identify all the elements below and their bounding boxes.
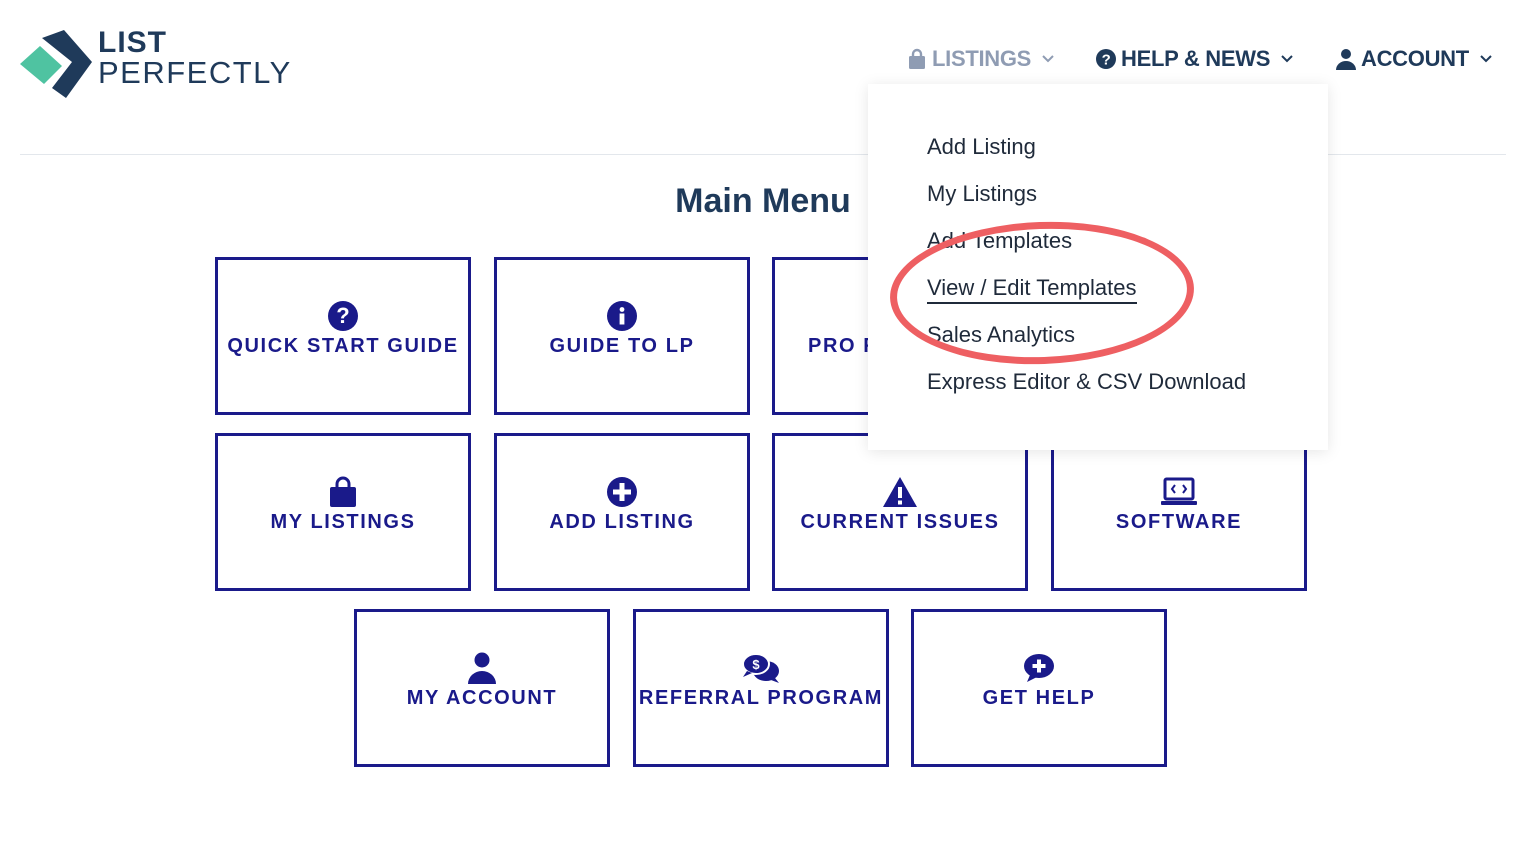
svg-text:$: $ xyxy=(752,657,760,672)
chat-plus-icon xyxy=(914,652,1164,684)
question-circle-icon: ? xyxy=(218,300,468,332)
tile-referral-program[interactable]: $ REFERRAL PROGRAM xyxy=(633,609,889,767)
info-circle-icon xyxy=(497,300,747,332)
bag-icon xyxy=(906,48,928,70)
svg-text:?: ? xyxy=(336,303,349,328)
nav-account-label: ACCOUNT xyxy=(1361,46,1469,71)
nav-listings[interactable]: LISTINGS xyxy=(906,44,1055,74)
tile-guide-to-lp[interactable]: GUIDE TO LP xyxy=(494,257,750,415)
menu-item-my-listings[interactable]: My Listings xyxy=(927,181,1037,207)
tile-label: ADD LISTING xyxy=(549,511,695,533)
plus-circle-icon xyxy=(497,476,747,508)
nav-help-label: HELP & NEWS xyxy=(1121,46,1271,71)
user-icon xyxy=(1335,48,1357,70)
laptop-code-icon xyxy=(1054,476,1304,508)
tile-add-listing[interactable]: ADD LISTING xyxy=(494,433,750,591)
chevron-down-icon xyxy=(1280,54,1294,64)
logo-line-2: PERFECTLY xyxy=(98,55,292,90)
logo-text: LIST PERFECTLY xyxy=(98,26,292,90)
tile-label: GET HELP xyxy=(982,687,1096,709)
tile-label: MY LISTINGS xyxy=(270,511,416,533)
tile-software[interactable]: SOFTWARE xyxy=(1051,433,1307,591)
chevron-down-icon xyxy=(1041,54,1055,64)
warning-icon xyxy=(775,476,1025,508)
nav-account[interactable]: ACCOUNT xyxy=(1335,44,1493,74)
tile-quick-start-guide[interactable]: ? QUICK START GUIDE xyxy=(215,257,471,415)
tile-label: QUICK START GUIDE xyxy=(227,335,459,357)
bag-icon xyxy=(218,476,468,508)
user-icon xyxy=(357,652,607,684)
menu-item-add-listing[interactable]: Add Listing xyxy=(927,134,1036,160)
logo-mark-icon xyxy=(20,30,92,98)
tile-my-listings[interactable]: MY LISTINGS xyxy=(215,433,471,591)
tile-current-issues[interactable]: CURRENT ISSUES xyxy=(772,433,1028,591)
tile-label: CURRENT ISSUES xyxy=(800,511,1000,533)
tile-label: GUIDE TO LP xyxy=(549,335,695,357)
chat-dollar-icon: $ xyxy=(636,652,886,684)
svg-text:?: ? xyxy=(1102,52,1111,69)
tile-label: MY ACCOUNT xyxy=(406,687,558,709)
tile-my-account[interactable]: MY ACCOUNT xyxy=(354,609,610,767)
nav-help-news[interactable]: ? HELP & NEWS xyxy=(1095,44,1294,74)
tile-label: SOFTWARE xyxy=(1115,511,1243,533)
logo[interactable]: LIST PERFECTLY xyxy=(20,24,300,104)
question-circle-icon: ? xyxy=(1095,48,1117,70)
chevron-down-icon xyxy=(1479,54,1493,64)
tile-label: REFERRAL PROGRAM xyxy=(638,687,884,709)
tile-get-help[interactable]: GET HELP xyxy=(911,609,1167,767)
nav-listings-label: LISTINGS xyxy=(932,46,1032,71)
logo-line-1: LIST xyxy=(98,26,167,59)
menu-item-express-editor-csv[interactable]: Express Editor & CSV Download xyxy=(927,369,1246,395)
